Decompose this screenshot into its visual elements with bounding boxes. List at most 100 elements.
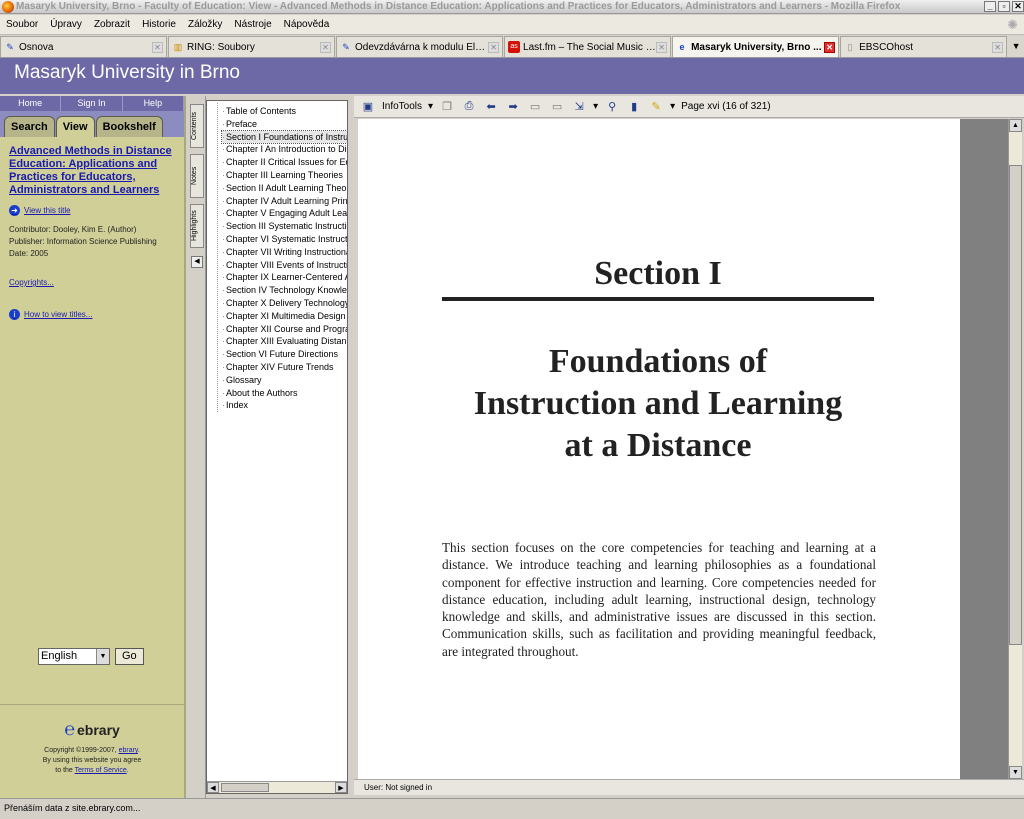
toc-item[interactable]: Chapter I An Introduction to Distance Ed… [222,143,347,156]
infotools-menu[interactable]: InfoTools [382,101,422,112]
panel-tab-strip: Contents Notes Highlights ◀ [188,96,206,798]
highlighter-icon[interactable]: ✎ [648,100,664,114]
toc-item[interactable]: Section VI Future Directions [222,348,347,361]
close-tab-icon[interactable]: ✕ [488,41,500,53]
ebrary-link[interactable]: ebrary [119,747,138,754]
menu-bookmarks[interactable]: Záložky [188,19,222,30]
scroll-thumb[interactable] [1009,165,1022,645]
tab-ebscohost[interactable]: ▯ EBSCOhost ✕ [840,36,1008,57]
restore-button[interactable]: ▫ [998,1,1010,12]
toc-item[interactable]: Chapter XIII Evaluating Distance Educati… [222,335,347,348]
copyright-line2: By using this website you agree [42,757,142,764]
tab-notes[interactable]: Notes [190,154,204,198]
viewer-vertical-scrollbar[interactable]: ▲ ▼ [1008,119,1022,779]
tab-view[interactable]: View [55,116,95,137]
menu-bar: Soubor Úpravy Zobrazit Historie Záložky … [0,15,1024,35]
close-tab-icon[interactable]: ✕ [656,41,668,53]
menu-file[interactable]: Soubor [6,19,38,30]
close-tab-icon[interactable]: ✕ [152,41,164,53]
toc-item[interactable]: Chapter XII Course and Program Managemen… [222,323,347,336]
toc-item[interactable]: Chapter XI Multimedia Design [222,310,347,323]
toc-item[interactable]: Chapter VI Systematic Instructional Desi… [222,233,347,246]
close-window-button[interactable]: ✕ [1012,1,1024,12]
language-select[interactable]: English ▼ [38,648,110,665]
toc-item[interactable]: About the Authors [222,387,347,400]
chevron-down-icon[interactable]: ▾ [593,101,598,112]
site-banner: Masaryk University in Brno [0,58,1024,94]
infotools-icon[interactable]: ▣ [360,100,376,114]
chevron-down-icon[interactable]: ▾ [670,101,675,112]
minimize-button[interactable]: _ [984,1,996,12]
tab-ring[interactable]: ▥ RING: Soubory ✕ [168,36,336,57]
book-title-link[interactable]: Advanced Methods in Distance Education: … [9,145,175,197]
menu-help[interactable]: Nápověda [284,19,330,30]
close-tab-icon[interactable]: ✕ [992,41,1004,53]
tab-lastfm[interactable]: as Last.fm – The Social Music Re... ✕ [504,36,672,57]
forward-arrow-icon[interactable]: ➡ [505,100,521,114]
publisher: Publisher: Information Science Publishin… [9,237,157,246]
collapse-panel-icon[interactable]: ◀ [191,256,203,268]
close-tab-icon[interactable]: ✕ [824,41,836,53]
tab-masaryk[interactable]: e Masaryk University, Brno ... ✕ [672,36,840,57]
toc-item[interactable]: Chapter IX Learner-Centered Assessment [222,271,347,284]
tab-search[interactable]: Search [4,116,55,137]
sidebar-content: Advanced Methods in Distance Education: … [0,137,184,328]
nav-sign-in[interactable]: Sign In [61,96,123,111]
next-page-icon[interactable]: ▭ [549,100,565,114]
print-icon[interactable]: ⎙ [461,100,477,114]
toc-item[interactable]: Chapter VII Writing Instructional Object… [222,246,347,259]
tab-contents[interactable]: Contents [190,104,204,148]
sidebar-footer: ℮ ebrary Copyright ©1999-2007, ebrary. B… [0,704,184,798]
toc-item[interactable]: Section I Foundations of Instruction and… [221,129,347,145]
toc-item[interactable]: Section IV Technology Knowledge and Skil… [222,284,347,297]
menu-history[interactable]: Historie [142,19,176,30]
back-arrow-icon[interactable]: ⬅ [483,100,499,114]
tab-osnova[interactable]: ✎ Osnova ✕ [0,36,168,57]
chevron-down-icon[interactable]: ▼ [96,649,109,664]
toc-item[interactable]: Chapter VIII Events of Instruction [222,259,347,272]
copy-icon[interactable]: ❐ [439,100,455,114]
go-button[interactable]: Go [115,648,144,665]
toc-item[interactable]: Section II Adult Learning Theory [222,182,347,195]
goto-page-icon[interactable]: ⇲ [571,100,587,114]
tab-odevzdavarna[interactable]: ✎ Odevzdávárna k modulu Elekt... ✕ [336,36,504,57]
menu-edit[interactable]: Úpravy [50,19,82,30]
scroll-up-icon[interactable]: ▲ [1009,119,1022,132]
toc-item[interactable]: Chapter X Delivery Technology [222,297,347,310]
section-rule [442,297,874,301]
toc-item[interactable]: Chapter IV Adult Learning Principles [222,195,347,208]
copyrights-link[interactable]: Copyrights... [9,278,175,287]
toc-item[interactable]: Index [222,399,347,412]
toc-item[interactable]: Chapter III Learning Theories [222,169,347,182]
tab-highlights[interactable]: Highlights [190,204,204,248]
nav-home[interactable]: Home [0,96,62,111]
toc-item[interactable]: Chapter II Critical Issues for Educators [222,156,347,169]
toc-item[interactable]: Chapter V Engaging Adult Learners [222,207,347,220]
how-to-view-link[interactable]: i How to view titles... [9,309,175,320]
terms-link[interactable]: Terms of Service [75,767,127,774]
toc-item[interactable]: Preface [222,118,347,131]
nav-help[interactable]: Help [123,96,184,111]
toc-horizontal-scrollbar[interactable]: ◀ ▶ [207,781,347,793]
toc-item[interactable]: Glossary [222,374,347,387]
scroll-down-icon[interactable]: ▼ [1009,766,1022,779]
tab-bookshelf[interactable]: Bookshelf [95,116,163,137]
toc-item[interactable]: Section III Systematic Instructional Des… [222,220,347,233]
date: Date: 2005 [9,249,49,258]
zoom-icon[interactable]: ⚲ [604,100,620,114]
menu-tools[interactable]: Nástroje [234,19,271,30]
toc-item[interactable]: Chapter XIV Future Trends [222,361,347,374]
tab-list-chevron-icon[interactable]: ▼ [1008,36,1024,57]
toc-item[interactable]: Table of Contents [222,105,347,118]
copyright-notice: Copyright ©1999-2007, ebrary. By using t… [0,746,184,776]
chevron-down-icon[interactable]: ▾ [428,101,433,112]
scroll-left-icon[interactable]: ◀ [207,782,219,793]
menu-view[interactable]: Zobrazit [94,19,130,30]
scroll-right-icon[interactable]: ▶ [335,782,347,793]
scroll-thumb[interactable] [221,783,269,792]
close-tab-icon[interactable]: ✕ [320,41,332,53]
view-this-title-link[interactable]: ➜ View this title [9,205,175,216]
bookmark-icon[interactable]: ▮ [626,100,642,114]
previous-page-icon[interactable]: ▭ [527,100,543,114]
section-title-line: at a Distance [564,427,752,464]
